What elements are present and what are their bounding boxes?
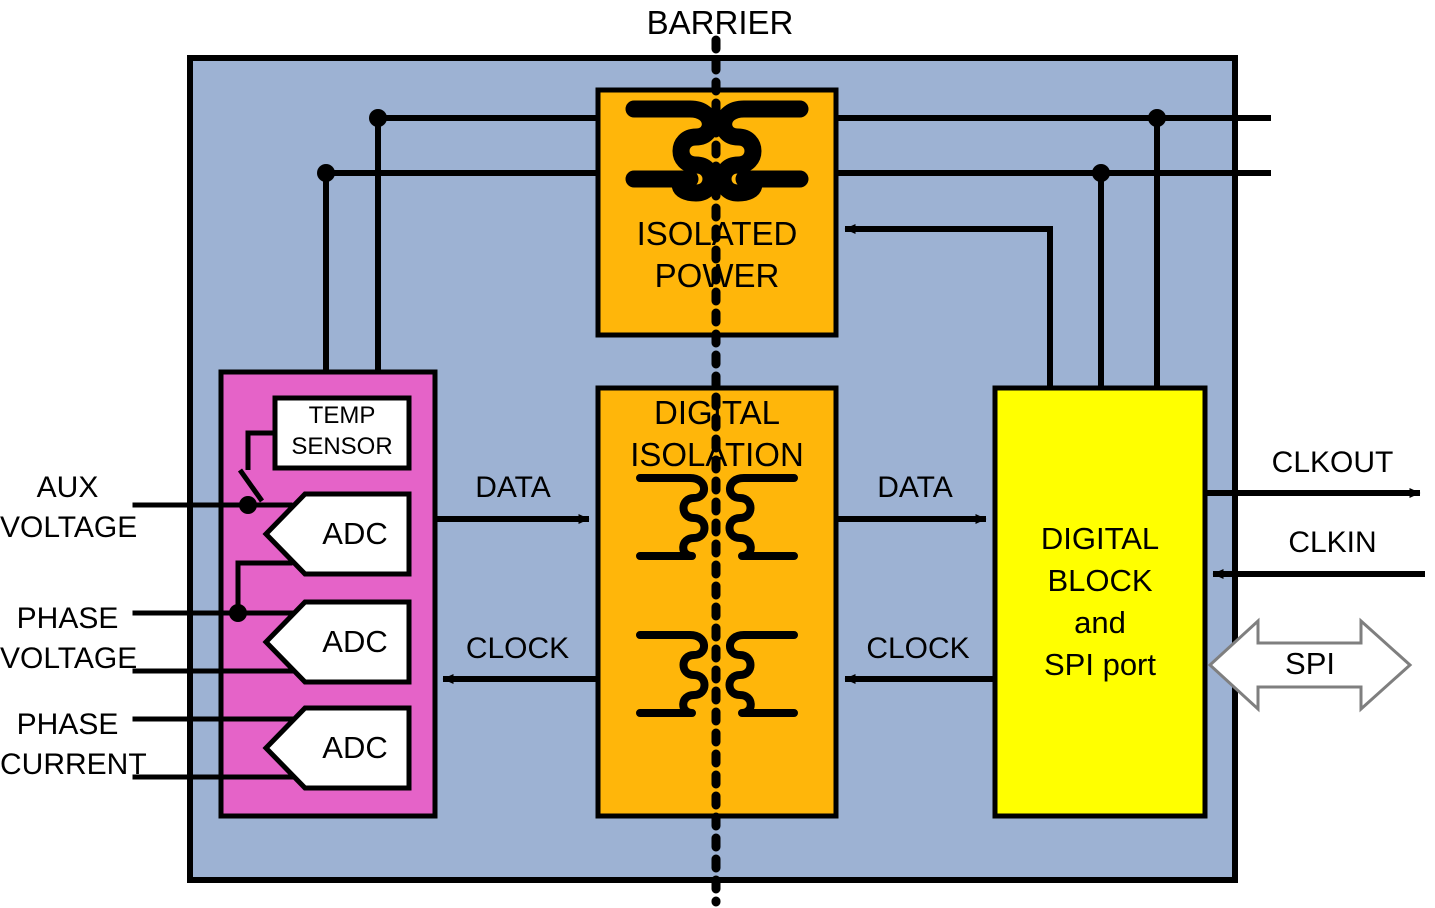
digital-block-label-line1: DIGITAL — [1040, 521, 1160, 556]
junction-dot — [239, 496, 257, 514]
digital-block-label-line2: BLOCK — [1047, 563, 1153, 598]
input-label-aux-voltage-line2: VOLTAGE — [0, 511, 138, 544]
digital-block — [992, 385, 1208, 819]
temp-sensor-label-line2: SENSOR — [291, 433, 393, 460]
signal-label-clock-left: CLOCK — [465, 632, 570, 665]
junction-dot — [1148, 109, 1166, 127]
output-label-spi: SPI — [1285, 646, 1335, 681]
digital-block-label-line3: and — [1074, 605, 1126, 640]
signal-label-data-left: DATA — [475, 471, 551, 504]
junction-dot — [369, 109, 387, 127]
block-diagram-canvas: BARRIER ISOLATED POWER DIGITAL ISOLATION… — [0, 0, 1435, 908]
digital-block-label-line4: SPI port — [1044, 647, 1156, 682]
input-label-phase-voltage-line2: VOLTAGE — [0, 642, 138, 675]
output-label-clkout: CLKOUT — [1271, 446, 1394, 479]
isolated-power-label-line2: POWER — [654, 257, 780, 294]
input-label-aux-voltage-line1: AUX — [36, 471, 99, 504]
adc-label-3: ADC — [322, 730, 388, 765]
barrier-label: BARRIER — [646, 4, 794, 41]
input-label-phase-current-line1: PHASE — [16, 708, 119, 741]
signal-label-data-right: DATA — [877, 471, 953, 504]
junction-dot — [229, 604, 247, 622]
junction-dot — [1092, 164, 1110, 182]
digital-isolation-label-line2: ISOLATION — [630, 436, 804, 473]
input-label-phase-voltage-line1: PHASE — [16, 602, 119, 635]
digital-isolation-label-line1: DIGITAL — [654, 394, 780, 431]
temp-sensor-label-line1: TEMP — [308, 402, 376, 429]
adc-label-1: ADC — [322, 516, 388, 551]
signal-label-clock-right: CLOCK — [866, 632, 970, 665]
junction-dot — [317, 164, 335, 182]
isolated-power-label-line1: ISOLATED — [636, 215, 798, 252]
adc-label-2: ADC — [322, 624, 388, 659]
input-label-phase-current-line2: CURRENT — [0, 748, 147, 781]
output-label-clkin: CLKIN — [1288, 526, 1377, 559]
